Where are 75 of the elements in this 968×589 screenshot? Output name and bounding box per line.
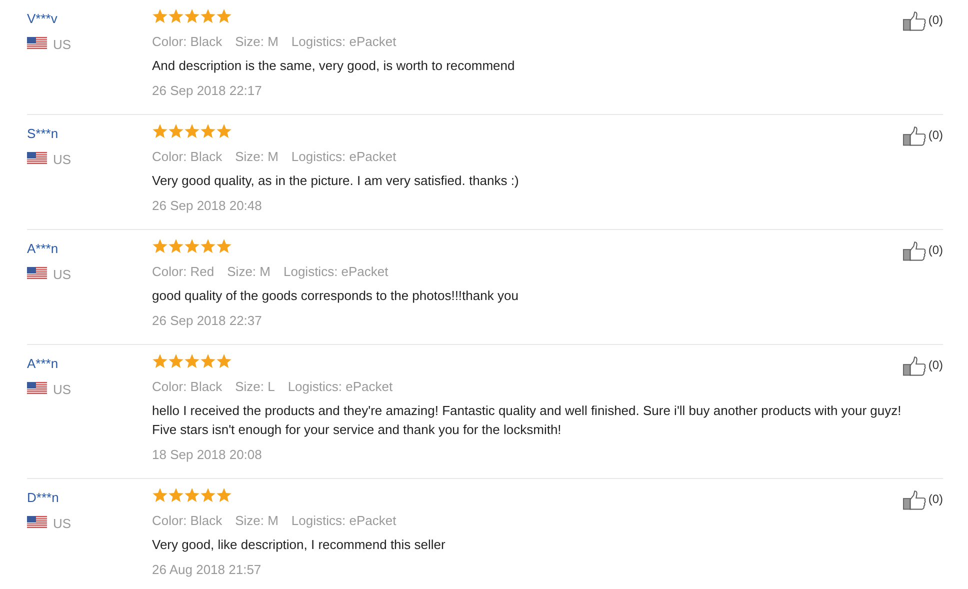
thumbs-up-icon[interactable] — [903, 241, 926, 261]
star-icon — [216, 488, 232, 503]
country-code: US — [53, 152, 72, 167]
reviewer-name: A***n — [27, 356, 60, 371]
reviewer-name: S***n — [27, 126, 60, 141]
flag-icon — [27, 37, 47, 49]
color-option: Color: Black — [152, 379, 222, 394]
star-icon — [152, 488, 168, 503]
star-icon — [200, 239, 216, 254]
color-option: Color: Black — [152, 34, 222, 49]
reviewer-name: V***v — [27, 11, 58, 26]
size-option: Size: M — [235, 149, 278, 164]
reviewer-name: D***n — [27, 490, 60, 505]
country-code: US — [53, 516, 72, 531]
color-option: Color: Black — [152, 513, 222, 528]
thumbs-up-icon[interactable] — [903, 11, 926, 31]
star-icon — [168, 124, 184, 139]
star-icon — [184, 488, 200, 503]
color-option: Color: Black — [152, 149, 222, 164]
star-icon — [168, 239, 184, 254]
star-icon — [152, 124, 168, 139]
color-option: Color: Red — [152, 264, 214, 279]
thumbs-up-icon[interactable] — [903, 356, 926, 376]
star-icon — [184, 354, 200, 369]
review-date: 26 Aug 2018 21:57 — [152, 562, 262, 577]
star-icon — [152, 9, 168, 24]
logistics-option: Logistics: ePacket — [291, 34, 396, 49]
like-count: (0) — [928, 243, 943, 257]
star-icon — [216, 354, 232, 369]
review-text: hello I received the products and they're amazing! Fantastic quality and well finished. Sure i'll buy another products with your guyz! Five stars isn't enough for your service and thank you for the locksmith! — [152, 402, 902, 439]
flag-icon — [27, 382, 47, 394]
like-count: (0) — [928, 358, 943, 372]
star-icon — [216, 124, 232, 139]
flag-icon — [27, 152, 47, 164]
review-text: Very good quality, as in the picture. I am very satisfied. thanks :) — [152, 172, 520, 190]
logistics-option: Logistics: ePacket — [283, 264, 388, 279]
review-date: 26 Sep 2018 22:17 — [152, 83, 263, 98]
review-text: Very good, like description, I recommend this seller — [152, 536, 446, 554]
flag-icon — [27, 516, 47, 528]
star-icon — [200, 9, 216, 24]
star-icon — [216, 239, 232, 254]
review-date: 18 Sep 2018 20:08 — [152, 447, 263, 462]
like-count: (0) — [928, 13, 943, 27]
like-count: (0) — [928, 492, 943, 506]
country-code: US — [53, 37, 72, 52]
star-icon — [184, 239, 200, 254]
size-option: Size: L — [235, 379, 275, 394]
thumbs-up-icon[interactable] — [903, 126, 926, 146]
star-icon — [152, 354, 168, 369]
size-option: Size: M — [235, 513, 278, 528]
star-icon — [168, 354, 184, 369]
star-icon — [184, 124, 200, 139]
logistics-option: Logistics: ePacket — [288, 379, 393, 394]
star-icon — [152, 239, 168, 254]
size-option: Size: M — [227, 264, 270, 279]
review-date: 26 Sep 2018 22:37 — [152, 313, 263, 328]
review-text: good quality of the goods corresponds to the photos!!!thank you — [152, 287, 520, 305]
flag-icon — [27, 267, 47, 279]
star-icon — [200, 354, 216, 369]
review-text: And description is the same, very good, is worth to recommend — [152, 57, 516, 75]
reviewer-name: A***n — [27, 241, 60, 256]
star-icon — [168, 488, 184, 503]
country-code: US — [53, 382, 72, 397]
star-icon — [168, 9, 184, 24]
star-icon — [200, 124, 216, 139]
like-count: (0) — [928, 128, 943, 142]
country-code: US — [53, 267, 72, 282]
logistics-option: Logistics: ePacket — [291, 149, 396, 164]
star-icon — [200, 488, 216, 503]
star-icon — [184, 9, 200, 24]
star-icon — [216, 9, 232, 24]
size-option: Size: M — [235, 34, 278, 49]
review-date: 26 Sep 2018 20:48 — [152, 198, 263, 213]
logistics-option: Logistics: ePacket — [291, 513, 396, 528]
thumbs-up-icon[interactable] — [903, 490, 926, 510]
